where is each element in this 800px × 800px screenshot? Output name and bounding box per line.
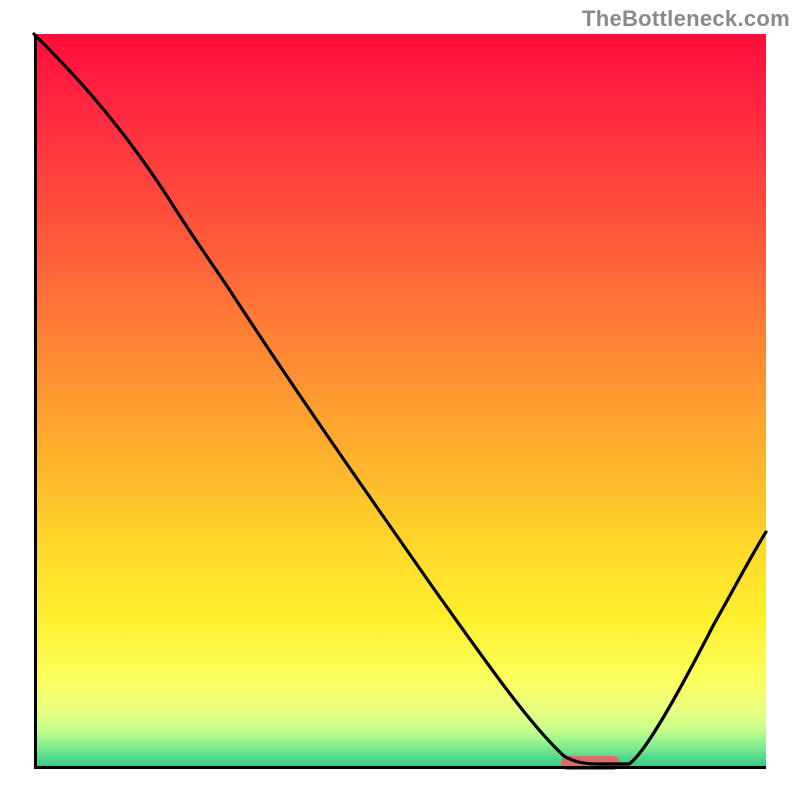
bottleneck-curve-path	[34, 34, 766, 764]
x-axis	[34, 766, 766, 769]
chart-canvas: TheBottleneck.com	[0, 0, 800, 800]
bottleneck-curve-svg	[34, 34, 766, 766]
watermark-text: TheBottleneck.com	[582, 6, 790, 32]
y-axis	[34, 34, 37, 766]
